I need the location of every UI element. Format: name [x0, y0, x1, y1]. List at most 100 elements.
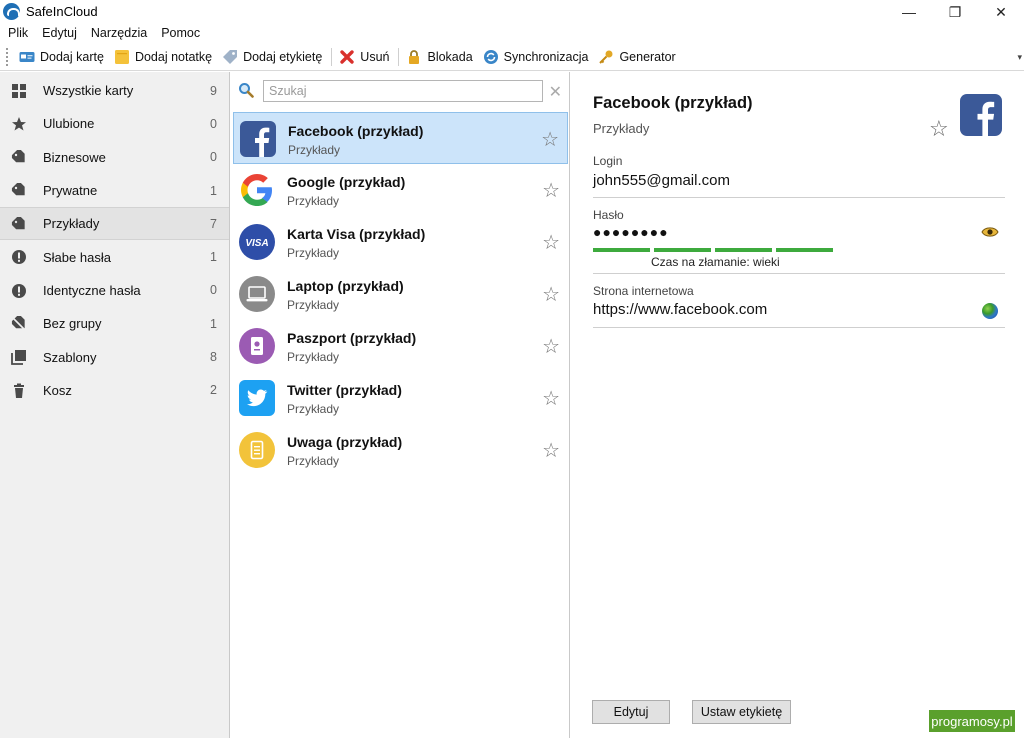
menu-edit[interactable]: Edytuj [34, 24, 83, 44]
add-note-button[interactable]: Dodaj notatkę [110, 46, 218, 68]
website-value[interactable]: https://www.facebook.com [593, 301, 767, 318]
sidebar-item-count: 8 [210, 350, 217, 365]
minimize-button[interactable]: — [886, 0, 932, 24]
favorite-star-icon[interactable]: ☆ [542, 230, 560, 255]
field-divider [593, 273, 1005, 274]
facebook-icon [240, 121, 276, 157]
sidebar-item-label: Szablony [43, 349, 97, 365]
favorite-star-icon[interactable]: ☆ [542, 438, 560, 463]
visa-logo-text: VISA [245, 238, 268, 249]
favorite-star-icon[interactable]: ☆ [542, 386, 560, 411]
sidebar-item-all-cards[interactable]: Wszystkie karty 9 [0, 74, 229, 107]
sidebar-item-private[interactable]: Prywatne 1 [0, 174, 229, 207]
tag-icon [11, 217, 25, 230]
toolbar-grip[interactable] [6, 48, 9, 66]
key-icon [598, 49, 614, 65]
card-list-item[interactable]: Uwaga (przykład) Przykłady ☆ [233, 424, 568, 476]
toolbar: Dodaj kartę Dodaj notatkę Dodaj etykietę… [0, 44, 1024, 71]
sidebar-item-trash[interactable]: Kosz 2 [0, 374, 229, 407]
lock-button[interactable]: Blokada [402, 46, 478, 68]
card-list-item[interactable]: Paszport (przykład) Przykłady ☆ [233, 320, 568, 372]
laptop-icon [239, 276, 275, 312]
login-value[interactable]: john555@gmail.com [593, 172, 730, 189]
search-icon [239, 83, 254, 98]
card-list-item[interactable]: Facebook (przykład) Przykłady ☆ [233, 112, 568, 164]
watermark: programosy.pl [929, 710, 1015, 732]
facebook-icon [960, 94, 1002, 136]
sidebar-item-label: Kosz [43, 382, 72, 398]
strength-segment [593, 248, 650, 252]
card-detail-title: Facebook (przykład) [593, 94, 753, 112]
delete-button[interactable]: Usuń [335, 46, 395, 68]
favorite-star-icon[interactable]: ☆ [542, 282, 560, 307]
favorite-star-icon[interactable]: ☆ [542, 178, 560, 203]
tag-icon [11, 149, 25, 162]
sidebar-item-label: Wszystkie karty [43, 83, 134, 99]
open-website-globe-icon[interactable] [982, 303, 998, 319]
menu-bar: Plik Edytuj Narzędzia Pomoc [0, 24, 1024, 44]
sidebar-item-label: Bez grupy [43, 316, 102, 332]
search-input[interactable] [263, 80, 543, 102]
toolbar-separator [398, 48, 400, 66]
sidebar-item-count: 7 [210, 216, 217, 231]
sidebar-item-count: 0 [210, 283, 217, 298]
generator-button[interactable]: Generator [594, 46, 681, 68]
password-label: Hasło [593, 208, 624, 222]
card-list-pane: ✕ Facebook (przykład) Przykłady ☆ Google… [231, 72, 570, 738]
close-button[interactable]: ✕ [978, 0, 1024, 24]
window-title: SafeInCloud [26, 4, 98, 19]
sync-icon [483, 49, 499, 65]
favorite-star-icon[interactable]: ☆ [929, 116, 949, 142]
card-icon [19, 49, 35, 65]
untagged-icon [11, 316, 26, 331]
passport-icon [239, 328, 275, 364]
login-label: Login [593, 154, 623, 168]
star-icon [12, 117, 26, 131]
sidebar-item-favorites[interactable]: Ulubione 0 [0, 107, 229, 140]
add-label-button[interactable]: Dodaj etykietę [218, 46, 328, 68]
maximize-button[interactable]: ❐ [932, 0, 978, 24]
sidebar-item-duplicate-passwords[interactable]: Identyczne hasła 0 [0, 274, 229, 307]
sidebar-item-count: 1 [210, 250, 217, 265]
show-password-eye-icon[interactable] [981, 226, 999, 238]
sidebar-item-weak-passwords[interactable]: Słabe hasła 1 [0, 240, 229, 273]
edit-button[interactable]: Edytuj [592, 700, 670, 724]
sidebar-item-count: 0 [210, 150, 217, 165]
favorite-star-icon[interactable]: ☆ [542, 334, 560, 359]
delete-x-icon [339, 49, 355, 65]
password-value[interactable]: ●●●●●●●● [593, 224, 669, 240]
add-card-button[interactable]: Dodaj kartę [15, 46, 110, 68]
label-icon [222, 49, 238, 65]
templates-icon [11, 350, 26, 366]
visa-icon: VISA [239, 224, 275, 260]
sidebar-item-count: 2 [210, 383, 217, 398]
lock-icon [406, 49, 422, 65]
warning-icon [12, 283, 26, 298]
warning-icon [12, 250, 26, 265]
toolbar-overflow-icon[interactable]: ▾ [1017, 52, 1022, 63]
sidebar-item-count: 1 [210, 316, 217, 331]
card-list-item[interactable]: Laptop (przykład) Przykłady ☆ [233, 268, 568, 320]
website-label: Strona internetowa [593, 284, 694, 298]
sidebar-item-business[interactable]: Biznesowe 0 [0, 141, 229, 174]
menu-file[interactable]: Plik [0, 24, 34, 44]
card-list-item[interactable]: Google (przykład) Przykłady ☆ [233, 164, 568, 216]
sidebar-item-examples[interactable]: Przykłady 7 [0, 207, 229, 241]
card-list-item[interactable]: Twitter (przykład) Przykłady ☆ [233, 372, 568, 424]
crack-time-text: Czas na złamanie: wieki [651, 255, 780, 269]
favorite-star-icon[interactable]: ☆ [541, 127, 559, 152]
sidebar-item-count: 9 [210, 83, 217, 98]
set-label-button[interactable]: Ustaw etykietę [692, 700, 791, 724]
sidebar-item-label: Przykłady [43, 216, 100, 232]
title-bar: SafeInCloud — ❐ ✕ [0, 0, 1024, 24]
clear-search-icon[interactable]: ✕ [549, 82, 562, 102]
toolbar-separator [331, 48, 333, 66]
menu-help[interactable]: Pomoc [153, 24, 206, 44]
sync-button[interactable]: Synchronizacja [479, 46, 595, 68]
card-list-item[interactable]: VISA Karta Visa (przykład) Przykłady ☆ [233, 216, 568, 268]
sidebar-item-templates[interactable]: Szablony 8 [0, 340, 229, 373]
sidebar-item-no-group[interactable]: Bez grupy 1 [0, 307, 229, 340]
menu-tools[interactable]: Narzędzia [83, 24, 153, 44]
sidebar: Wszystkie karty 9 Ulubione 0 Biznesowe 0… [0, 72, 230, 738]
trash-icon [14, 383, 24, 398]
